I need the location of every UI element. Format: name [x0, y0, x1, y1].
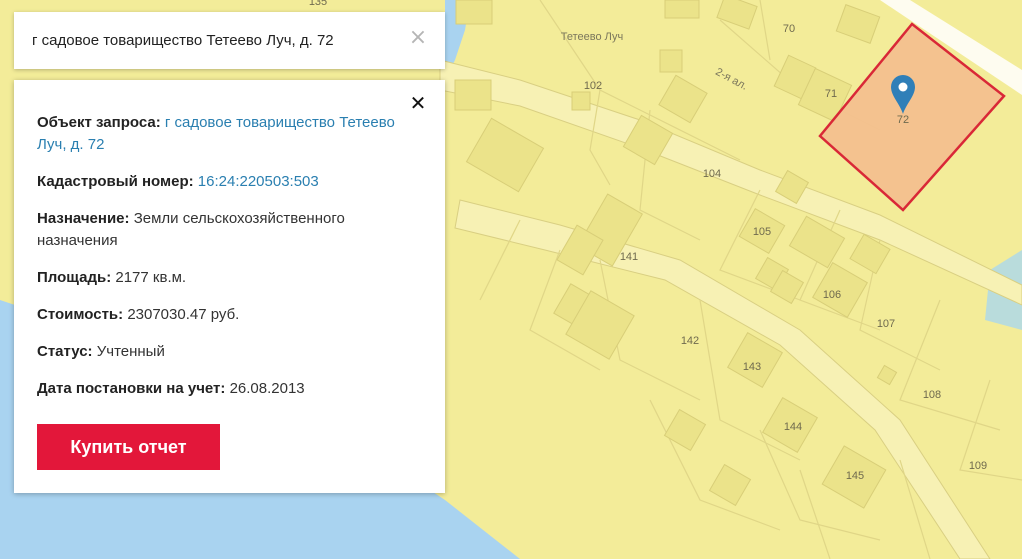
- top-number-label: 135: [309, 0, 327, 8]
- field-status: Статус: Учтенный: [37, 341, 423, 363]
- plot-number-label: 107: [877, 318, 895, 330]
- plot-number-label: 102: [584, 80, 602, 92]
- plot-number-label: 105: [753, 226, 771, 238]
- field-area: Площадь: 2177 кв.м.: [37, 267, 423, 289]
- field-label: Назначение:: [37, 210, 130, 227]
- locality-label: Тетеево Луч: [561, 31, 623, 43]
- field-value: 2307030.47 руб.: [127, 306, 240, 323]
- field-object: Объект запроса: г садовое товарищество Т…: [37, 112, 423, 156]
- field-label: Стоимость:: [37, 306, 124, 323]
- field-label: Площадь:: [37, 269, 112, 286]
- field-label: Статус:: [37, 343, 93, 360]
- cadastral-number-link[interactable]: 16:24:220503:503: [198, 173, 319, 190]
- plot-number-label: 71: [825, 88, 837, 100]
- plot-number-label: 143: [743, 361, 761, 373]
- close-panel-icon[interactable]: ✕: [407, 92, 429, 114]
- plot-number-label: 144: [784, 421, 802, 433]
- field-registration-date: Дата постановки на учет: 26.08.2013: [37, 378, 423, 400]
- field-label: Кадастровый номер:: [37, 173, 194, 190]
- plot-number-label: 106: [823, 289, 841, 301]
- plot-number-label: 72: [897, 114, 909, 126]
- object-info-panel: ✕ Объект запроса: г садовое товарищество…: [14, 80, 445, 493]
- plot-number-label: 145: [846, 470, 864, 482]
- plot-number-label: 109: [969, 460, 987, 472]
- field-value: Учтенный: [96, 343, 165, 360]
- field-purpose: Назначение: Земли сельскохозяйственного …: [37, 208, 423, 252]
- search-box: г садовое товарищество Тетеево Луч, д. 7…: [14, 12, 445, 69]
- buy-report-button[interactable]: Купить отчет: [37, 424, 220, 470]
- search-input[interactable]: г садовое товарищество Тетеево Луч, д. 7…: [32, 32, 334, 49]
- field-value: 26.08.2013: [229, 380, 305, 397]
- plot-number-label: 142: [681, 335, 699, 347]
- plot-number-label: 104: [703, 168, 721, 180]
- field-value: 2177 кв.м.: [115, 269, 187, 286]
- field-label: Дата постановки на учет:: [37, 380, 226, 397]
- field-cost: Стоимость: 2307030.47 руб.: [37, 304, 423, 326]
- plot-number-label: 108: [923, 389, 941, 401]
- clear-search-icon[interactable]: ×: [407, 27, 429, 49]
- field-cadastral-number: Кадастровый номер: 16:24:220503:503: [37, 171, 423, 193]
- plot-number-label: 141: [620, 251, 638, 263]
- field-label: Объект запроса:: [37, 114, 161, 131]
- plot-number-label: 70: [783, 23, 795, 35]
